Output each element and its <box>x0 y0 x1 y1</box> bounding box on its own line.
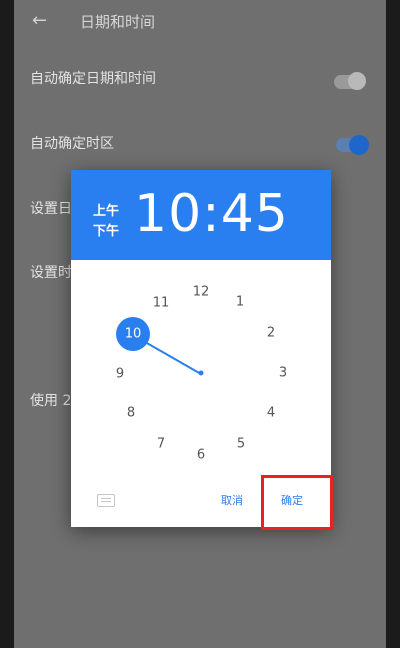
clock-number-9[interactable]: 9 <box>116 367 124 382</box>
time-picker-header: 上午 下午 10:45 <box>71 170 331 260</box>
setting-auto-timezone-label: 自动确定时区 <box>30 136 114 152</box>
page-title: 日期和时间 <box>80 13 156 31</box>
am-toggle[interactable]: 上午 <box>93 202 119 222</box>
clock-number-11[interactable]: 11 <box>153 296 170 311</box>
pm-toggle[interactable]: 下午 <box>93 222 119 242</box>
clock-number-12[interactable]: 12 <box>193 285 210 300</box>
device-bezel-left <box>0 0 14 648</box>
time-picker-dialog: 上午 下午 10:45 12 1 2 3 4 5 6 7 8 9 10 11 取… <box>71 170 331 527</box>
clock-number-10[interactable]: 10 <box>125 327 142 342</box>
auto-timezone-toggle[interactable] <box>336 135 369 155</box>
clock-number-1[interactable]: 1 <box>236 295 244 310</box>
clock-number-5[interactable]: 5 <box>237 437 245 452</box>
ampm-selector: 上午 下午 <box>93 202 119 242</box>
time-display[interactable]: 10:45 <box>134 184 289 244</box>
setting-auto-timezone-subtitle <box>30 155 370 165</box>
clock-number-4[interactable]: 4 <box>267 406 275 421</box>
clock-number-2[interactable]: 2 <box>267 326 275 341</box>
clock-number-8[interactable]: 8 <box>127 406 135 421</box>
setting-auto-datetime-label: 自动确定日期和时间 <box>30 71 156 87</box>
toggle-knob <box>349 135 369 155</box>
clock-number-3[interactable]: 3 <box>279 366 287 381</box>
auto-datetime-toggle[interactable] <box>334 72 366 90</box>
back-arrow-icon[interactable]: ← <box>32 10 54 32</box>
cancel-button[interactable]: 取消 <box>221 492 243 508</box>
ok-button-highlight-box <box>261 475 333 530</box>
app-bar: ← 日期和时间 <box>14 0 386 44</box>
keyboard-icon[interactable] <box>97 494 115 507</box>
setting-auto-datetime[interactable]: 自动确定日期和时间 <box>30 68 370 100</box>
clock-number-7[interactable]: 7 <box>157 437 165 452</box>
setting-auto-datetime-subtitle <box>30 90 370 100</box>
clock-face[interactable]: 12 1 2 3 4 5 6 7 8 9 10 11 <box>71 260 331 470</box>
device-bezel-right <box>386 0 400 648</box>
setting-auto-timezone[interactable]: 自动确定时区 <box>30 133 370 165</box>
clock-number-6[interactable]: 6 <box>197 448 205 463</box>
toggle-knob <box>348 72 366 90</box>
